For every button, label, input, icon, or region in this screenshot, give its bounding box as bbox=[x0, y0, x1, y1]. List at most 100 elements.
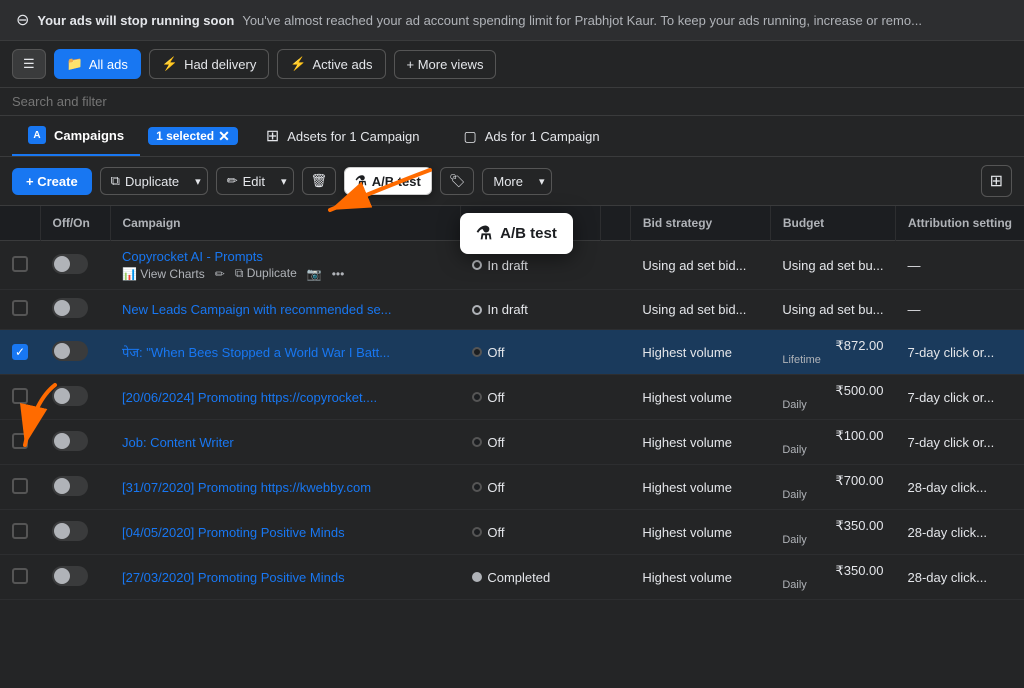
edit-button[interactable]: ✏ Edit bbox=[216, 167, 275, 195]
row-checkbox[interactable] bbox=[12, 256, 28, 272]
tab-ads[interactable]: ▢ Ads for 1 Campaign bbox=[448, 120, 616, 153]
search-input[interactable] bbox=[12, 94, 212, 109]
row-toggle-cell[interactable] bbox=[40, 290, 110, 330]
edit-caret[interactable]: ▾ bbox=[275, 167, 294, 195]
row-checkbox-cell[interactable] bbox=[0, 290, 40, 330]
row-checkbox[interactable] bbox=[12, 388, 28, 404]
view-charts-link[interactable]: 📊 View Charts bbox=[122, 266, 205, 281]
campaign-name[interactable]: [04/05/2020] Promoting Positive Minds bbox=[122, 525, 402, 540]
campaign-name[interactable]: [27/03/2020] Promoting Positive Minds bbox=[122, 570, 402, 585]
campaign-name[interactable]: पेज: "When Bees Stopped a World War I Ba… bbox=[122, 343, 402, 361]
row-toggle-cell[interactable] bbox=[40, 375, 110, 420]
had-delivery-button[interactable]: ⚡ Had delivery bbox=[149, 49, 269, 79]
row-checkbox[interactable] bbox=[12, 433, 28, 449]
row-checkbox-cell[interactable] bbox=[0, 555, 40, 600]
row-campaign-cell: [20/06/2024] Promoting https://copyrocke… bbox=[110, 375, 460, 420]
edit-icon: ✏ bbox=[227, 173, 238, 189]
status-circle bbox=[472, 482, 482, 492]
row-checkbox-cell[interactable] bbox=[0, 241, 40, 290]
row-toggle[interactable] bbox=[52, 431, 88, 451]
row-toggle[interactable] bbox=[52, 386, 88, 406]
row-checkbox[interactable] bbox=[12, 523, 28, 539]
col-budget: Budget bbox=[770, 206, 895, 241]
campaign-name[interactable]: Copyrocket AI - Prompts bbox=[122, 249, 402, 264]
row-bid-strategy: Highest volume bbox=[630, 555, 770, 600]
row-checkbox[interactable] bbox=[12, 300, 28, 316]
row-toggle-cell[interactable] bbox=[40, 420, 110, 465]
row-checkbox[interactable]: ✓ bbox=[12, 344, 28, 360]
campaign-name[interactable]: [20/06/2024] Promoting https://copyrocke… bbox=[122, 390, 402, 405]
tab-adsets[interactable]: ⊞ Adsets for 1 Campaign bbox=[250, 118, 436, 154]
row-checkbox[interactable] bbox=[12, 478, 28, 494]
row-checkbox-cell[interactable] bbox=[0, 375, 40, 420]
row-toggle[interactable] bbox=[52, 476, 88, 496]
delete-button[interactable]: 🗑 bbox=[302, 167, 337, 195]
more-button[interactable]: More bbox=[482, 168, 533, 195]
ab-test-button[interactable]: ⚗ A/B test bbox=[344, 167, 432, 195]
row-delivery-filter bbox=[600, 465, 630, 510]
campaign-name[interactable]: Job: Content Writer bbox=[122, 435, 402, 450]
all-ads-button[interactable]: 📁 All ads bbox=[54, 49, 141, 79]
edit-button-group: ✏ Edit ▾ bbox=[216, 167, 294, 195]
row-attribution: 7-day click or... bbox=[896, 330, 1024, 375]
table-row: [04/05/2020] Promoting Positive Minds Of… bbox=[0, 510, 1024, 555]
row-toggle-cell[interactable] bbox=[40, 465, 110, 510]
row-toggle-cell[interactable] bbox=[40, 555, 110, 600]
duplicate-caret[interactable]: ▾ bbox=[189, 167, 208, 195]
table-row: [31/07/2020] Promoting https://kwebby.co… bbox=[0, 465, 1024, 510]
row-toggle[interactable] bbox=[52, 521, 88, 541]
camera-icon[interactable]: 📷 bbox=[307, 266, 322, 281]
active-ads-button[interactable]: ⚡ Active ads bbox=[277, 49, 385, 79]
campaign-name[interactable]: New Leads Campaign with recommended se..… bbox=[122, 302, 402, 317]
budget-value: ₹700.00 bbox=[782, 473, 883, 489]
more-views-button[interactable]: + More views bbox=[394, 50, 497, 79]
row-delivery-filter bbox=[600, 555, 630, 600]
row-toggle-cell[interactable] bbox=[40, 330, 110, 375]
row-budget: ₹100.00 Daily bbox=[770, 420, 895, 465]
lightning-icon: ⚡ bbox=[162, 56, 178, 72]
row-toggle[interactable] bbox=[52, 566, 88, 586]
row-checkbox-cell[interactable] bbox=[0, 465, 40, 510]
filter-button[interactable]: ☰ bbox=[12, 49, 46, 79]
row-attribution: 28-day click... bbox=[896, 555, 1024, 600]
row-delivery-cell: Off bbox=[460, 375, 600, 420]
table-row: [27/03/2020] Promoting Positive Minds Co… bbox=[0, 555, 1024, 600]
warning-bar: ⊖ Your ads will stop running soon You've… bbox=[0, 0, 1024, 41]
col-campaign: Campaign bbox=[110, 206, 460, 241]
row-toggle-cell[interactable] bbox=[40, 510, 110, 555]
more-caret[interactable]: ▾ bbox=[533, 168, 552, 195]
pencil-icon[interactable]: ✏ bbox=[215, 266, 225, 281]
row-delivery-cell: In draft bbox=[460, 290, 600, 330]
selected-badge[interactable]: 1 selected ✕ bbox=[148, 127, 238, 145]
budget-value: ₹872.00 bbox=[782, 338, 883, 354]
status-circle bbox=[472, 305, 482, 315]
delivery-status: Off bbox=[472, 435, 588, 450]
row-toggle[interactable] bbox=[52, 298, 88, 318]
row-checkbox-cell[interactable] bbox=[0, 420, 40, 465]
row-checkbox-cell[interactable] bbox=[0, 510, 40, 555]
row-toggle[interactable] bbox=[52, 254, 88, 274]
more-link[interactable]: ••• bbox=[332, 266, 345, 281]
ab-test-icon: ⚗ bbox=[355, 173, 367, 189]
close-selected-icon[interactable]: ✕ bbox=[218, 129, 230, 143]
row-toggle[interactable] bbox=[52, 341, 88, 361]
row-checkbox-cell[interactable]: ✓ bbox=[0, 330, 40, 375]
columns-button[interactable]: ⊞ bbox=[981, 165, 1012, 197]
delivery-status: In draft bbox=[472, 302, 588, 317]
duplicate-link[interactable]: ⧉ Duplicate bbox=[235, 266, 297, 281]
row-bid-strategy: Highest volume bbox=[630, 465, 770, 510]
create-button[interactable]: + Create bbox=[12, 168, 92, 195]
duplicate-button[interactable]: ⧉ Duplicate bbox=[100, 167, 190, 195]
tag-button[interactable]: 🏷 bbox=[440, 167, 475, 195]
tab-campaigns[interactable]: A Campaigns bbox=[12, 116, 140, 156]
row-checkbox[interactable] bbox=[12, 568, 28, 584]
active-icon: ⚡ bbox=[290, 56, 306, 72]
row-campaign-cell: [04/05/2020] Promoting Positive Minds bbox=[110, 510, 460, 555]
campaign-name[interactable]: [31/07/2020] Promoting https://kwebby.co… bbox=[122, 480, 402, 495]
tag-icon: 🏷 bbox=[449, 173, 466, 188]
delivery-status: Off bbox=[472, 480, 588, 495]
col-delivery-filter bbox=[600, 206, 630, 241]
row-delivery-cell: Off bbox=[460, 420, 600, 465]
row-toggle-cell[interactable] bbox=[40, 241, 110, 290]
row-campaign-cell: Job: Content Writer bbox=[110, 420, 460, 465]
